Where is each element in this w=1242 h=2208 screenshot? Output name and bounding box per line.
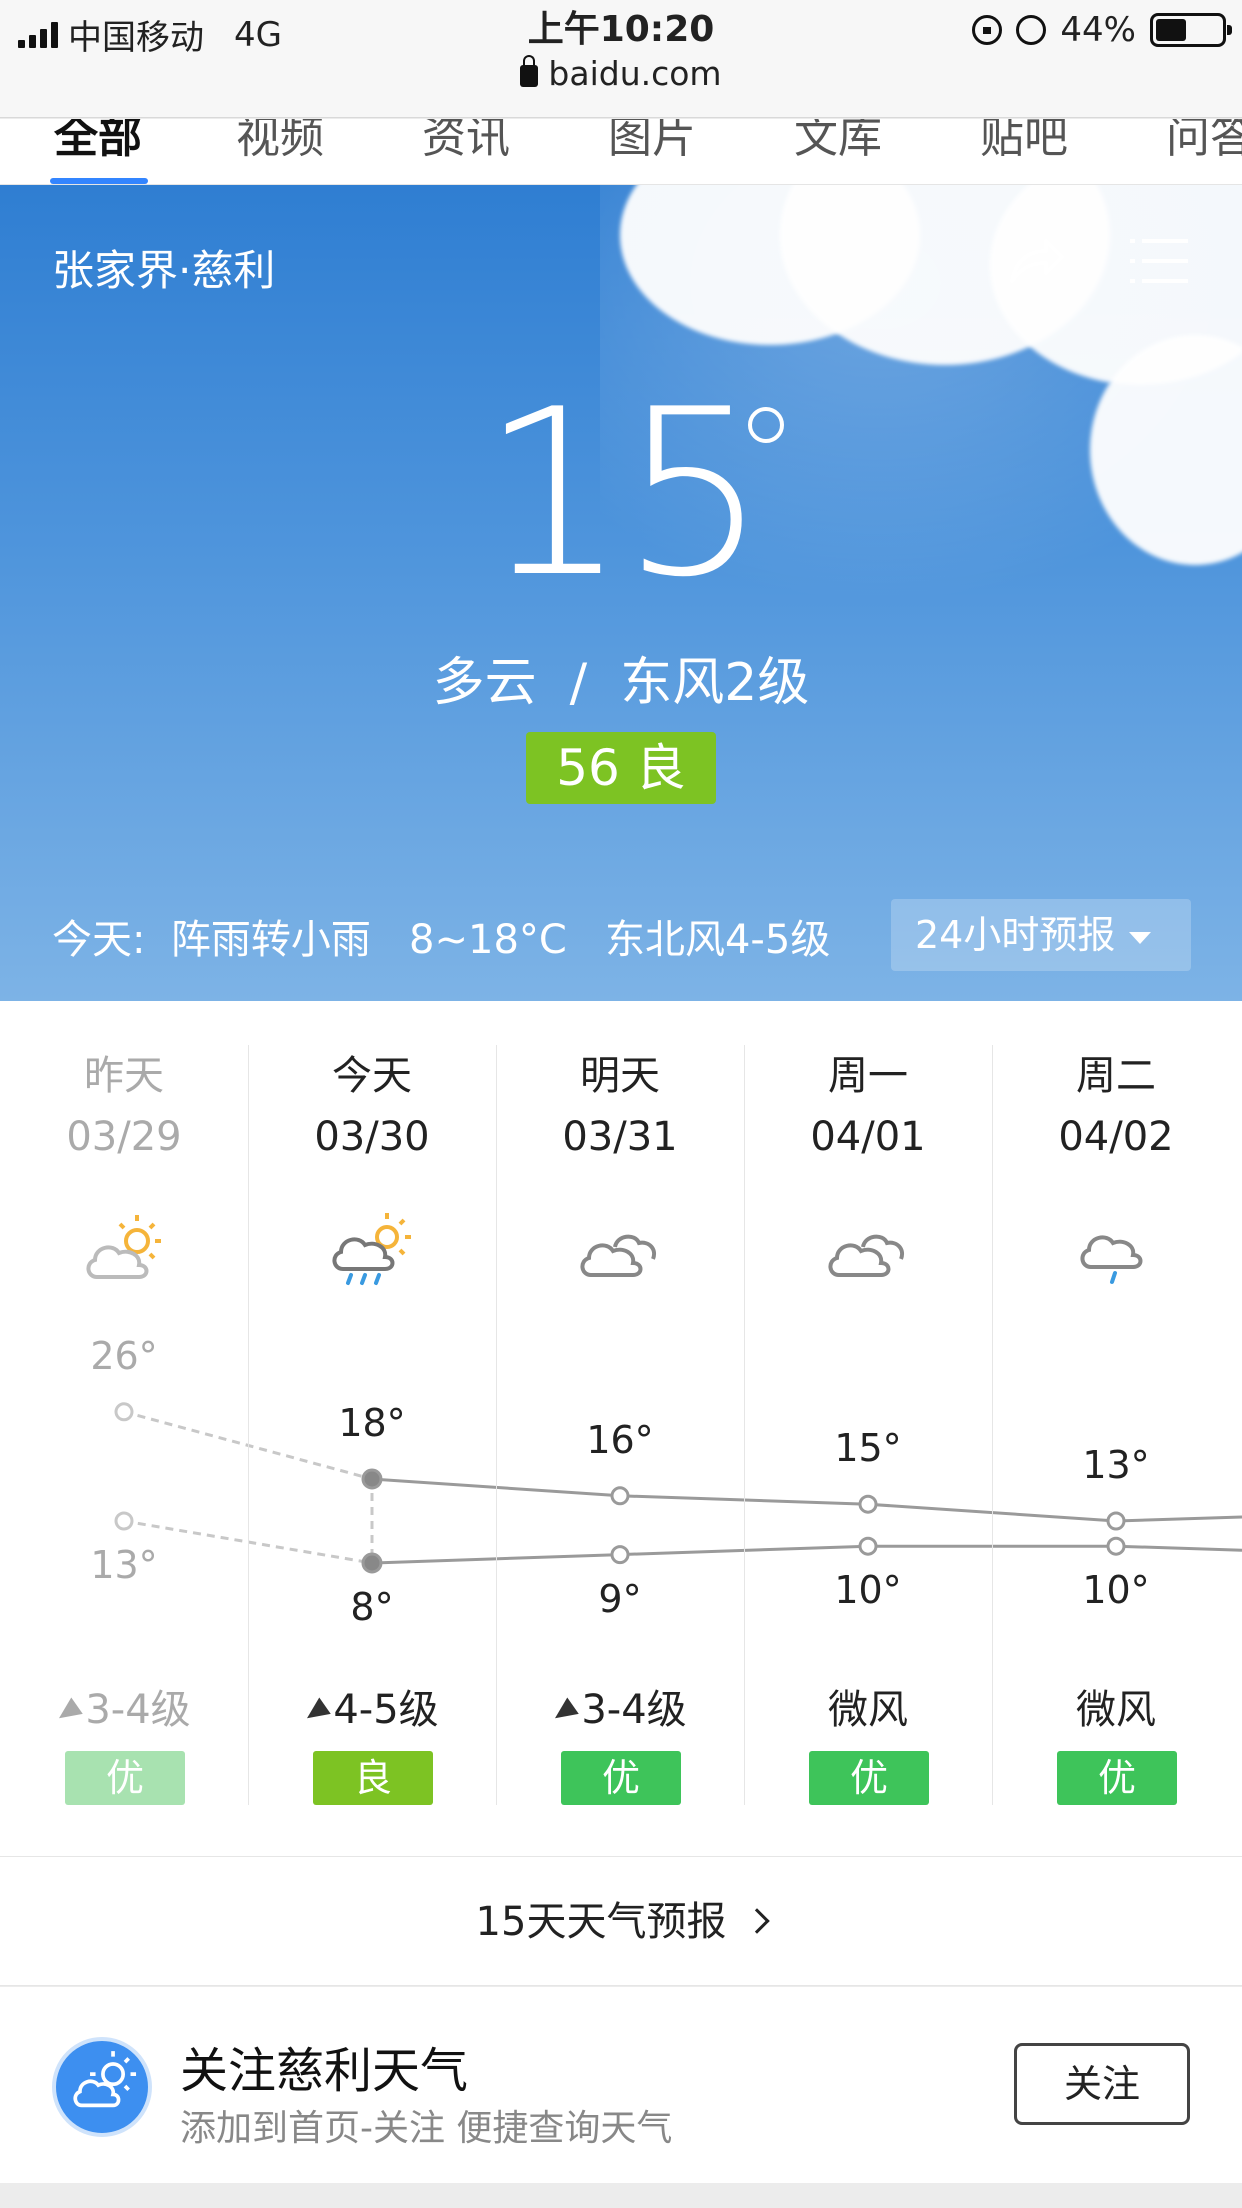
high-temp: 13° [1082, 1443, 1150, 1487]
high-temp: 18° [338, 1401, 406, 1445]
current-temperature: 15 [480, 361, 768, 628]
follow-subtitle: 添加到首页-关注 便捷查询天气 [180, 2108, 673, 2149]
day-date: 04/01 [810, 1114, 926, 1160]
wind-level: 3-4级 [496, 1677, 744, 1735]
forecast-24h-button[interactable]: 24小时预报 [891, 899, 1191, 971]
daily-forecast: 昨天 03/29 26° 13° 3-4级优 今天 03/30 18° 8° 4-5级良 明天 03/… [0, 1001, 1242, 1856]
forecast-day-col[interactable]: 今天 03/30 18° 8° 4-5级良 [248, 1001, 496, 1856]
low-temp: 9° [598, 1576, 642, 1621]
day-name: 明天 [580, 1053, 660, 1099]
day-name: 周二 [1076, 1053, 1156, 1099]
menu-icon[interactable] [1130, 235, 1188, 287]
day-date: 03/31 [562, 1114, 678, 1160]
column-divider [744, 1045, 745, 1805]
chevron-right-icon [744, 1908, 771, 1934]
weather-app-icon [52, 2037, 152, 2137]
tab-news[interactable]: 资讯 [422, 119, 510, 165]
day-date: 03/29 [66, 1114, 182, 1160]
forecast-day-col[interactable]: 昨天 03/29 26° 13° 3-4级优 [0, 1001, 248, 1856]
day-name: 昨天 [84, 1053, 164, 1099]
tab-wenku[interactable]: 文库 [794, 119, 882, 165]
high-temp: 16° [586, 1417, 654, 1462]
tab-images[interactable]: 图片 [608, 119, 696, 165]
current-condition: 多云 / 东风2级 [432, 653, 810, 713]
follow-card: 关注慈利天气 添加到首页-关注 便捷查询天气 关注 [0, 1987, 1242, 2183]
fifteen-day-link[interactable]: 15天天气预报 [0, 1856, 1242, 1986]
url-text: baidu.com [548, 54, 722, 93]
day-date: 03/30 [314, 1114, 430, 1160]
active-tab-indicator [50, 178, 148, 184]
weather-hero: 张家界·慈利 15 多云 / 东风2级 56 良 今天: 阵雨转小雨 8~18°… [0, 185, 1242, 1001]
today-summary: 今天: 阵雨转小雨 8~18°C 东北风4-5级 [52, 917, 831, 963]
air-quality-pill: 优 [65, 1751, 185, 1805]
wind-level: 3-4级 [0, 1677, 248, 1735]
low-temp: 10° [834, 1568, 902, 1613]
tab-tieba[interactable]: 贴吧 [980, 119, 1068, 165]
forecast-day-col[interactable]: 明天 03/31 16° 9° 3-4级优 [496, 1001, 744, 1856]
share-icon[interactable] [1006, 231, 1066, 291]
wind-text: 微风 [828, 1687, 908, 1733]
low-temp: 13° [90, 1543, 158, 1587]
high-temp: 15° [834, 1426, 902, 1471]
tab-video[interactable]: 视频 [236, 119, 324, 165]
location-label[interactable]: 张家界·慈利 [52, 237, 275, 298]
wind-text: 微风 [1076, 1687, 1156, 1733]
follow-title: 关注慈利天气 [180, 2043, 469, 2099]
url-bar[interactable]: baidu.com [520, 52, 722, 96]
air-quality-pill: 良 [313, 1751, 433, 1805]
forecast-day-col[interactable]: 周一 04/01 15° 10° 微风优 [744, 1001, 992, 1856]
search-tabs: 全部 视频 资讯 图片 文库 贴吧 问答 [0, 119, 1242, 185]
wind-text: 4-5级 [333, 1687, 439, 1733]
battery-icon [1150, 13, 1232, 47]
wind-level: 微风 [744, 1677, 992, 1735]
column-divider [496, 1045, 497, 1805]
lock-icon [520, 55, 539, 87]
degree-symbol [748, 407, 784, 443]
day-name: 周一 [828, 1053, 908, 1099]
forecast-24h-label: 24小时预报 [915, 913, 1116, 957]
wind-level: 4-5级 [248, 1677, 496, 1735]
aqi-badge[interactable]: 56 良 [526, 732, 716, 804]
battery-percent: 44% [1060, 10, 1136, 50]
air-quality-pill: 优 [809, 1751, 929, 1805]
air-quality-pill: 优 [1057, 1751, 1177, 1805]
day-name: 今天 [332, 1053, 412, 1099]
wind-text: 3-4级 [581, 1687, 687, 1733]
column-divider [248, 1045, 249, 1805]
wind-text: 3-4级 [85, 1687, 191, 1733]
column-divider [992, 1045, 993, 1805]
day-date: 04/02 [1058, 1114, 1174, 1160]
orientation-lock-icon [972, 15, 1003, 45]
tab-qa[interactable]: 问答 [1166, 119, 1242, 165]
low-temp: 10° [1082, 1568, 1150, 1613]
follow-button[interactable]: 关注 [1014, 2043, 1190, 2125]
wind-level: 微风 [992, 1677, 1240, 1735]
wind-direction-icon [549, 1697, 580, 1727]
air-quality-pill: 优 [561, 1751, 681, 1805]
high-temp: 26° [90, 1333, 158, 1378]
low-temp: 8° [350, 1585, 394, 1629]
fifteen-day-label: 15天天气预报 [475, 1899, 727, 1945]
alarm-icon [1016, 15, 1047, 45]
caret-down-icon [1129, 931, 1152, 944]
status-right: 44% [972, 10, 1232, 50]
wind-direction-icon [53, 1697, 84, 1727]
forecast-day-col[interactable]: 周二 04/02 13° 10° 微风优 [992, 1001, 1240, 1856]
wind-direction-icon [301, 1697, 332, 1727]
status-bar: 中国移动 4G 上午10:20 baidu.com 44% [0, 0, 1242, 118]
tab-all[interactable]: 全部 [54, 119, 142, 165]
